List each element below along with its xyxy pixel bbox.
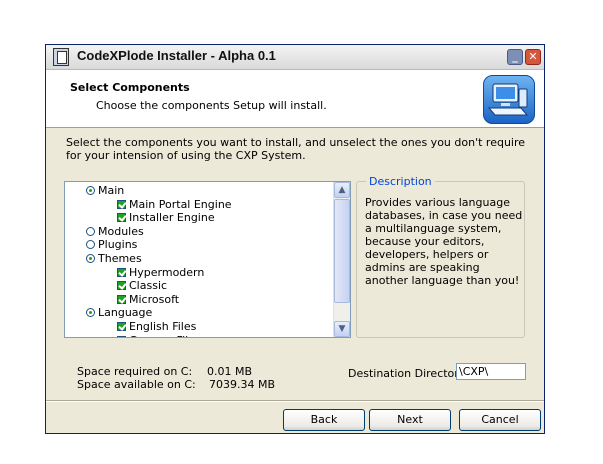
tree-item[interactable]: Classic [117, 279, 167, 292]
tree-item-label: Language [98, 306, 153, 320]
scroll-thumb[interactable] [334, 199, 350, 303]
page-subtitle: Choose the components Setup will install… [96, 99, 327, 112]
checkbox-icon[interactable] [117, 213, 126, 223]
intro-text: Select the components you want to instal… [66, 136, 526, 162]
window-title: CodeXPlode Installer - Alpha 0.1 [77, 48, 276, 63]
close-button[interactable]: ✕ [525, 49, 541, 65]
checkbox-icon[interactable] [117, 199, 126, 209]
tree-item[interactable]: Hypermodern [117, 266, 204, 279]
minimize-icon: _ [512, 50, 518, 63]
tree-item[interactable]: Language [86, 306, 152, 319]
tree-item[interactable]: English Files [117, 320, 196, 333]
tree-item[interactable]: Modules [86, 225, 144, 238]
tree-item-label: Installer Engine [129, 211, 215, 225]
description-text: Provides various language databases, in … [365, 196, 523, 287]
tree-item-label: German Files [129, 334, 201, 337]
radio-icon[interactable] [86, 186, 95, 195]
space-required-label: Space required on C: [77, 365, 193, 378]
installer-app-icon [53, 48, 69, 66]
tree-item[interactable]: Main [86, 184, 124, 197]
tree-item-label: Hypermodern [129, 265, 205, 279]
description-groupbox: Description Provides various language da… [356, 175, 525, 338]
tree-item-label: Main Portal Engine [129, 197, 232, 211]
footer-divider [46, 400, 544, 402]
space-available-label: Space available on C: [77, 378, 196, 391]
tree-item-label: English Files [129, 320, 197, 333]
minimize-button[interactable]: _ [507, 49, 523, 65]
radio-icon[interactable] [86, 226, 95, 236]
description-legend: Description [366, 175, 435, 188]
checkbox-icon[interactable] [117, 322, 126, 331]
tree-item[interactable]: Installer Engine [117, 211, 215, 224]
tree-scrollbar[interactable]: ▲ ▼ [333, 182, 350, 337]
next-button[interactable]: Next [369, 409, 451, 431]
tree-item[interactable]: Microsoft [117, 293, 179, 306]
tree-item[interactable]: Main Portal Engine [117, 198, 232, 211]
checkbox-icon[interactable] [117, 281, 126, 291]
tree-item-label: Modules [98, 224, 144, 238]
scroll-up-button[interactable]: ▲ [334, 182, 350, 198]
cancel-button[interactable]: Cancel [459, 409, 541, 431]
scroll-down-button[interactable]: ▼ [334, 321, 350, 337]
tree-item-label: Microsoft [129, 292, 180, 306]
installer-window: CodeXPlode Installer - Alpha 0.1 _ ✕ Sel… [45, 44, 545, 434]
checkbox-icon[interactable] [117, 294, 126, 304]
header-panel: Select Components Choose the components … [46, 70, 544, 128]
tree-item-label: Main [98, 184, 125, 197]
title-bar[interactable]: CodeXPlode Installer - Alpha 0.1 _ ✕ [46, 45, 544, 70]
radio-icon[interactable] [86, 308, 95, 318]
destination-label: Destination Directory: [348, 367, 469, 380]
checkbox-icon[interactable] [117, 335, 126, 337]
tree-item-label: Plugins [98, 238, 138, 252]
tree-item-label: Themes [98, 252, 142, 265]
space-available-value: 7039.34 MB [209, 378, 276, 391]
destination-directory-field[interactable]: \CXP\ [456, 363, 526, 380]
radio-icon[interactable] [86, 254, 95, 263]
chevron-down-icon: ▼ [338, 324, 346, 334]
tree-item-label: Classic [129, 279, 168, 293]
radio-icon[interactable] [86, 240, 95, 250]
tree-item[interactable]: Plugins [86, 238, 137, 251]
tree-item[interactable]: Themes [86, 252, 142, 265]
back-button[interactable]: Back [283, 409, 365, 431]
space-required-value: 0.01 MB [207, 365, 253, 378]
page-title: Select Components [70, 81, 190, 94]
computer-install-icon [483, 75, 535, 124]
chevron-up-icon: ▲ [338, 185, 346, 195]
checkbox-icon[interactable] [117, 267, 126, 277]
tree-item[interactable]: German Files [117, 334, 201, 337]
components-tree[interactable]: Main Main Portal Engine Installer Engine Mo… [64, 181, 351, 338]
close-icon: ✕ [528, 50, 538, 63]
